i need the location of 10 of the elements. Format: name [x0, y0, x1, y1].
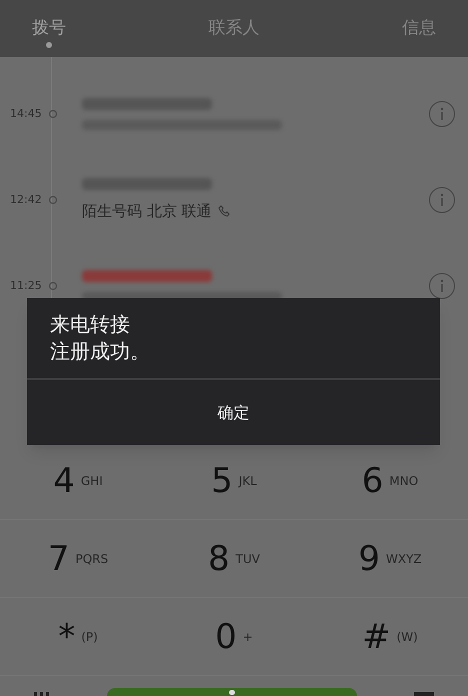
call-time: 12:42	[9, 192, 43, 208]
call-time: 11:25	[9, 278, 43, 294]
call-detail: 陌生号码 北京 联通	[82, 200, 212, 222]
dial-key[interactable]: 0 +	[156, 598, 312, 676]
tab[interactable]: 联系人	[208, 0, 260, 57]
call-time: 14:45	[9, 106, 43, 122]
dialog-message: 来电转接 注册成功。	[50, 311, 151, 365]
tab[interactable]: 拨号	[32, 0, 66, 57]
tab[interactable]: 信息	[402, 0, 436, 57]
confirm-button[interactable]: 确定	[27, 380, 440, 445]
